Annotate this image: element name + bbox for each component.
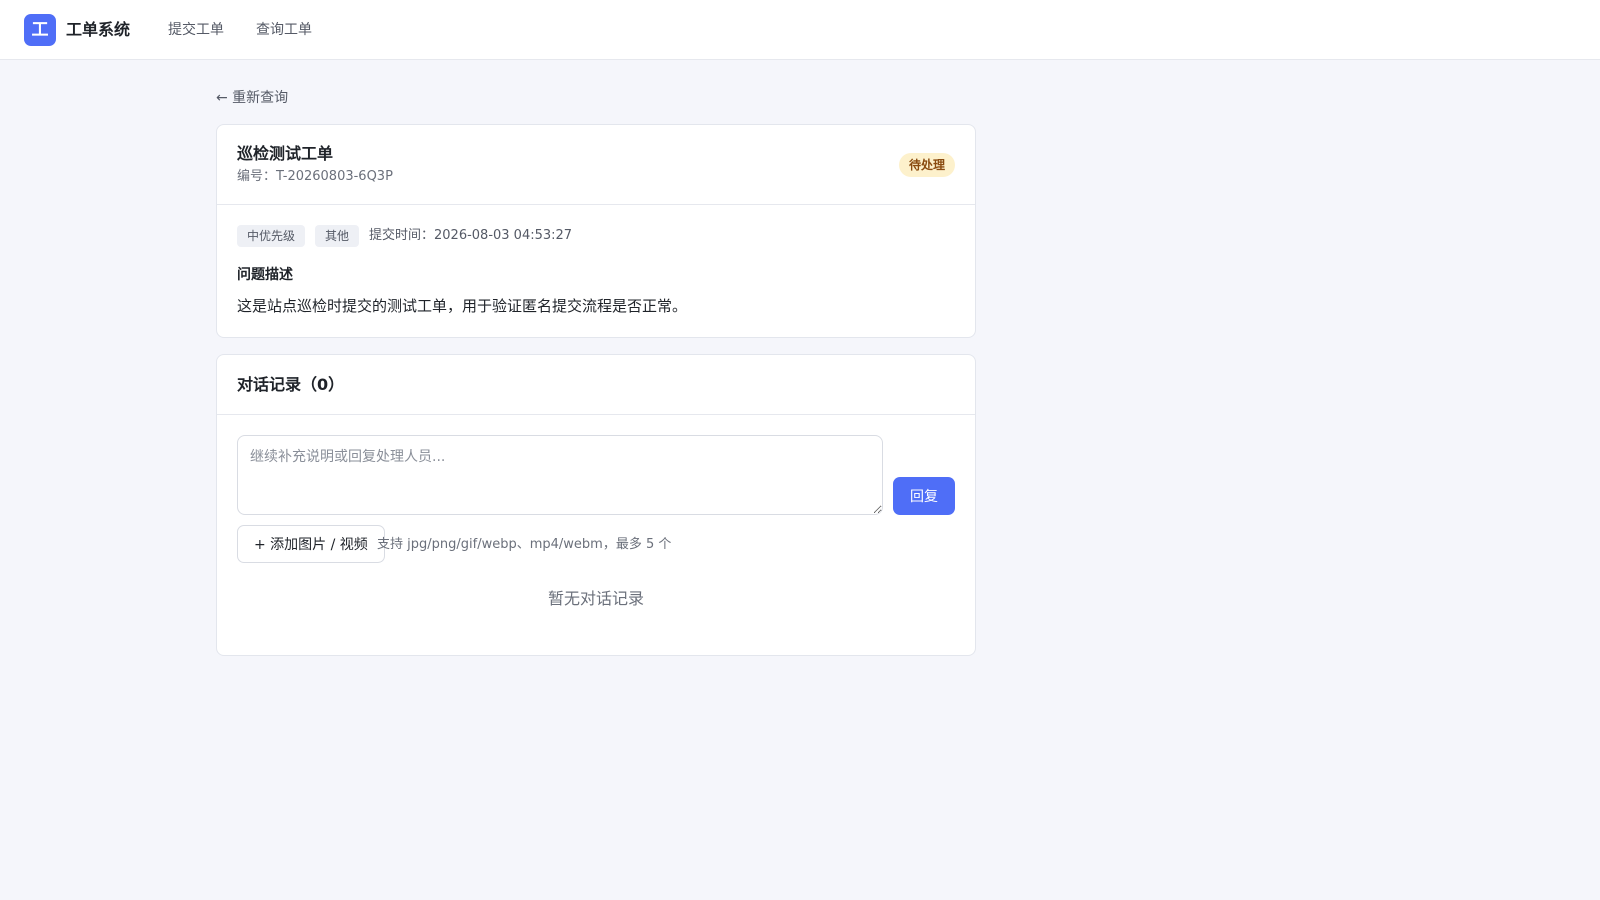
nav-submit-ticket[interactable]: 提交工单 xyxy=(168,20,224,40)
ticket-id: 编号：T-20260803-6Q3P xyxy=(237,169,393,184)
ticket-detail-card: 巡检测试工单 编号：T-20260803-6Q3P 待处理 中优先级 其他 提交… xyxy=(216,124,976,338)
add-media-button[interactable]: + 添加图片 / 视频 xyxy=(237,525,385,563)
dialog-header: 对话记录（0） xyxy=(217,355,975,415)
submit-time: 提交时间：2026-08-03 04:53:27 xyxy=(369,228,573,243)
nav-query-ticket[interactable]: 查询工单 xyxy=(256,20,312,40)
ticket-description: 这是站点巡检时提交的测试工单，用于验证匿名提交流程是否正常。 xyxy=(237,297,688,315)
top-navbar: 工 工单系统 提交工单 查询工单 xyxy=(0,0,1600,60)
dialog-card: 对话记录（0） 回复 + 添加图片 / 视频 支持 jpg/png/gif/we… xyxy=(216,354,976,656)
app-logo-icon[interactable]: 工 xyxy=(24,14,56,46)
back-to-query-link[interactable]: ← 重新查询 xyxy=(216,88,288,108)
ticket-title: 巡检测试工单 xyxy=(237,144,334,163)
empty-dialog-text: 暂无对话记录 xyxy=(547,589,644,608)
reply-input[interactable] xyxy=(237,435,883,515)
status-badge: 待处理 xyxy=(898,153,955,177)
description-label: 问题描述 xyxy=(237,267,293,283)
upload-hint: 支持 jpg/png/gif/webp、mp4/webm，最多 5 个 xyxy=(377,537,672,552)
category-tag: 其他 xyxy=(315,225,360,247)
app-title[interactable]: 工单系统 xyxy=(66,18,130,42)
priority-tag: 中优先级 xyxy=(237,225,306,247)
dialog-title: 对话记录（0） xyxy=(237,375,345,394)
ticket-header: 巡检测试工单 编号：T-20260803-6Q3P 待处理 xyxy=(217,125,975,205)
reply-button[interactable]: 回复 xyxy=(893,477,955,515)
